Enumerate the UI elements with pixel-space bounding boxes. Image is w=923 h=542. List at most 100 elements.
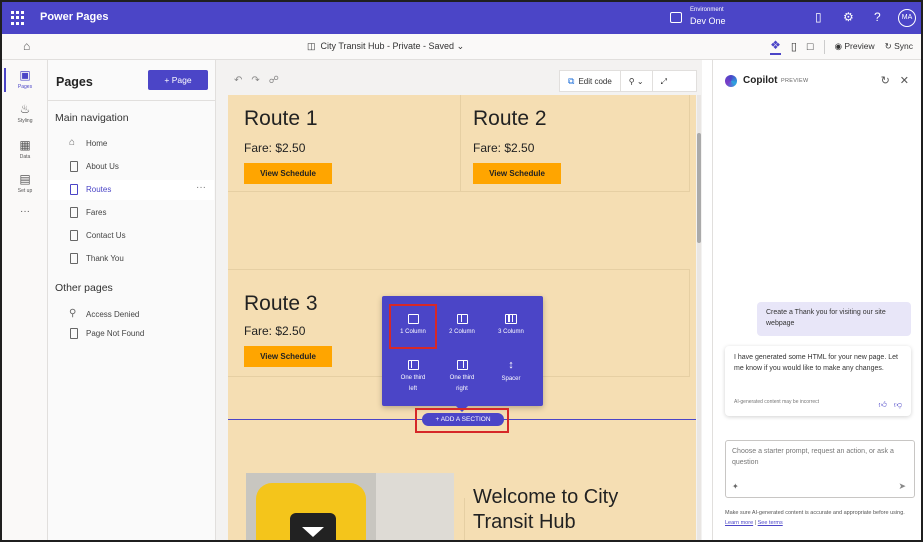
nav-item-page-not-found[interactable]: Page Not Found <box>48 324 214 344</box>
send-icon[interactable]: ➤ <box>898 481 906 492</box>
option-label: One third <box>449 375 475 381</box>
copilot-footer: Make sure AI-generated content is accura… <box>725 510 905 526</box>
nav-item-label: Routes <box>86 185 112 194</box>
nav-item-routes[interactable]: Routes ··· <box>48 180 214 200</box>
rail-item-setup[interactable]: ▤ Set up <box>2 172 48 194</box>
person-lock-icon: ⚲ <box>69 308 77 319</box>
three-column-icon <box>505 314 517 324</box>
sync-button[interactable]: ↻ Sync <box>885 41 913 52</box>
pages-icon: ▣ <box>19 68 31 82</box>
view-schedule-button[interactable]: View Schedule <box>244 346 332 367</box>
copilot-toggle-icon[interactable]: ❖ <box>770 38 781 55</box>
one-third-right-icon <box>456 360 468 370</box>
rail-item-pages[interactable]: ▣ Pages <box>2 68 48 92</box>
more-options-icon[interactable]: ··· <box>196 182 206 193</box>
mobile-view-icon[interactable]: ▯ <box>791 40 797 53</box>
canvas-scrollbar[interactable] <box>697 95 701 540</box>
divider <box>48 100 216 101</box>
route-card[interactable]: Route 2 Fare: $2.50 View Schedule <box>461 95 690 192</box>
option-label: Spacer <box>501 376 521 382</box>
chevron-down-icon: ⌄ <box>454 41 465 51</box>
thumbs-down-icon[interactable]: 👎︎ <box>894 399 902 410</box>
sync-icon: ↻ <box>884 41 892 51</box>
nav-item-label: Home <box>86 139 108 148</box>
refresh-icon[interactable]: ↻ <box>881 74 890 87</box>
route-fare: Fare: $2.50 <box>244 141 306 155</box>
highlight-one-column <box>389 304 437 349</box>
route-fare: Fare: $2.50 <box>473 141 535 155</box>
page-icon <box>70 230 78 241</box>
copilot-title: Copilot <box>743 75 778 86</box>
copilot-input[interactable]: Choose a starter prompt, request an acti… <box>725 440 915 498</box>
nav-item-home[interactable]: ⌂ Home <box>48 134 214 154</box>
plus-icon: + <box>164 75 172 85</box>
see-terms-link[interactable]: See terms <box>758 520 783 526</box>
help-icon[interactable]: ? <box>874 10 881 24</box>
sparkle-icon[interactable]: ✦ <box>732 481 739 492</box>
one-third-left-option[interactable]: One third left <box>390 360 436 395</box>
zoom-icon: ⚲ <box>628 77 635 86</box>
pages-title: Pages <box>56 75 93 89</box>
app-name: Power Pages <box>40 11 109 23</box>
page-icon <box>70 161 78 172</box>
close-icon[interactable]: ✕ <box>900 74 909 87</box>
left-rail: ▣ Pages ♨ Styling ▦ Data ▤ Set up ··· <box>2 60 48 540</box>
site-title[interactable]: ◫ City Transit Hub - Private - Saved ⌄ <box>307 41 464 52</box>
view-schedule-button[interactable]: View Schedule <box>244 163 332 184</box>
rail-item-styling[interactable]: ♨ Styling <box>2 102 48 124</box>
nav-item-thank-you[interactable]: Thank You <box>48 249 214 269</box>
nav-item-label: Fares <box>86 208 107 217</box>
environment-name[interactable]: Dev One <box>690 16 726 26</box>
link-icon[interactable]: ☍ <box>269 70 279 92</box>
transit-photo[interactable] <box>246 473 454 540</box>
app-launcher-icon[interactable] <box>11 11 25 25</box>
nav-item-access-denied[interactable]: ⚲ Access Denied <box>48 305 214 325</box>
page-error-icon <box>70 328 78 339</box>
nav-item-contact-us[interactable]: Contact Us <box>48 226 214 246</box>
nav-item-fares[interactable]: Fares <box>48 203 214 223</box>
one-third-right-option[interactable]: One third right <box>439 360 485 395</box>
avatar[interactable]: MA <box>898 9 916 27</box>
undo-icon[interactable]: ↶ <box>234 70 242 92</box>
notification-icon[interactable]: ▯ <box>815 10 822 24</box>
option-label-2: right <box>456 386 468 392</box>
edit-code-button[interactable]: ⧉ Edit code <box>560 71 621 91</box>
thumbs-up-icon[interactable]: 👍︎ <box>879 399 887 410</box>
add-page-button[interactable]: + Page <box>148 70 208 90</box>
sync-label: Sync <box>894 41 913 51</box>
rail-item-data[interactable]: ▦ Data <box>2 138 48 160</box>
preview-button[interactable]: ◉ Preview <box>835 41 875 52</box>
spacer-option[interactable]: ↕ Spacer <box>488 360 534 385</box>
footer-text: Make sure AI-generated content is accura… <box>725 510 905 516</box>
copilot-panel: Copilot PREVIEW ↻ ✕ Create a Thank you f… <box>712 60 921 540</box>
view-schedule-button[interactable]: View Schedule <box>473 163 561 184</box>
spacer-icon: ↕ <box>508 359 514 371</box>
input-placeholder: Choose a starter prompt, request an acti… <box>732 448 894 466</box>
copilot-logo-icon <box>725 75 737 87</box>
nav-item-label: About Us <box>86 162 119 171</box>
site-title-text: City Transit Hub - Private - Saved <box>320 41 455 51</box>
nav-item-label: Access Denied <box>86 310 140 319</box>
comments-icon[interactable]: □ <box>807 41 814 53</box>
three-column-option[interactable]: 3 Column <box>488 314 534 338</box>
chevron-down-icon: ⌄ <box>636 77 644 86</box>
gear-icon[interactable]: ⚙ <box>843 10 854 24</box>
route-card[interactable]: Route 1 Fare: $2.50 View Schedule <box>228 95 461 192</box>
nav-item-about-us[interactable]: About Us <box>48 157 214 177</box>
learn-more-link[interactable]: Learn more <box>725 520 753 526</box>
top-bar: Power Pages Environment Dev One ▯ ⚙ ? MA <box>2 2 921 34</box>
more-icon[interactable]: ··· <box>2 206 48 217</box>
two-column-option[interactable]: 2 Column <box>439 314 485 338</box>
zoom-dropdown[interactable]: ⚲ ⌄ <box>621 71 653 91</box>
other-pages-title: Other pages <box>55 282 113 294</box>
expand-icon[interactable]: ⤢ <box>653 71 675 92</box>
home-icon[interactable]: ⌂ <box>23 39 30 53</box>
redo-icon[interactable]: ↷ <box>251 70 259 92</box>
rail-label: Pages <box>17 84 33 90</box>
option-label-2: left <box>408 386 417 392</box>
edit-code-label: Edit code <box>578 76 612 86</box>
eye-icon: ◉ <box>834 41 842 51</box>
page-icon <box>70 184 78 195</box>
home-icon: ⌂ <box>69 137 76 148</box>
user-message: Create a Thank you for visiting our site… <box>757 302 911 336</box>
